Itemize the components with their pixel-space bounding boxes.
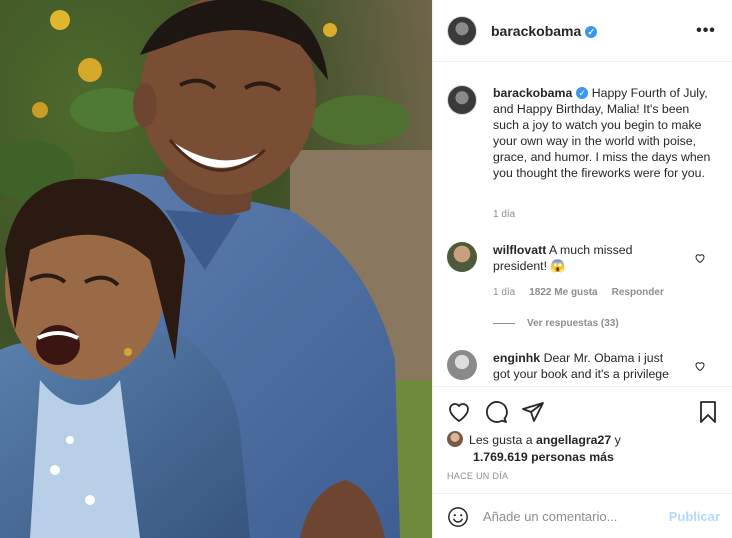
- emoji-icon[interactable]: [447, 506, 469, 528]
- caption: barackobama ✓ Happy Fourth of July, and H…: [447, 85, 718, 181]
- share-send-icon[interactable]: [521, 400, 545, 424]
- comments-section[interactable]: barackobama ✓ Happy Fourth of July, and H…: [433, 63, 732, 385]
- comment-input[interactable]: [483, 509, 669, 524]
- add-comment-bar: Publicar: [433, 493, 732, 538]
- caption-username[interactable]: barackobama: [493, 86, 572, 100]
- comment-body: wilflovatt A much missed president! 😱: [493, 242, 683, 274]
- publish-comment-button[interactable]: Publicar: [669, 509, 720, 524]
- post-header: barackobama ✓ •••: [433, 0, 732, 62]
- save-bookmark-icon[interactable]: [696, 400, 720, 424]
- like-comment-heart-icon[interactable]: [694, 360, 706, 372]
- action-bar: [447, 399, 720, 425]
- comment-item: enginhk Dear Mr. Obama i just got your b…: [447, 350, 718, 382]
- commenter-avatar[interactable]: [447, 350, 477, 380]
- more-options-icon[interactable]: •••: [694, 19, 718, 43]
- replies-divider: [493, 323, 515, 324]
- likes-summary: Les gusta a angellagra27 y 1.769.619 per…: [447, 431, 722, 466]
- commenter-avatar[interactable]: [447, 242, 477, 272]
- caption-avatar[interactable]: [447, 85, 477, 115]
- caption-meta: 1 día: [493, 209, 515, 220]
- author-username[interactable]: barackobama ✓: [491, 23, 598, 39]
- post-side-panel: barackobama ✓ ••• barackobama ✓ Happy Four…: [432, 0, 732, 538]
- verified-badge-icon: ✓: [576, 87, 589, 99]
- comment-meta: 1 día 1822 Me gusta Responder: [493, 287, 664, 298]
- liker-avatar: [447, 431, 463, 447]
- post-actions: Les gusta a angellagra27 y 1.769.619 per…: [433, 386, 732, 538]
- post-photo[interactable]: [0, 0, 432, 538]
- caption-time[interactable]: 1 día: [493, 209, 515, 220]
- post-image: [0, 0, 432, 538]
- comment-likes[interactable]: 1822 Me gusta: [529, 287, 597, 298]
- comment-item: wilflovatt A much missed president! 😱: [447, 242, 718, 274]
- view-replies-button[interactable]: Ver respuestas (33): [493, 318, 619, 329]
- verified-badge-icon: ✓: [585, 25, 598, 38]
- comment-username[interactable]: wilflovatt: [493, 243, 546, 257]
- like-comment-heart-icon[interactable]: [694, 252, 706, 264]
- comment-bubble-icon[interactable]: [484, 400, 508, 424]
- like-heart-icon[interactable]: [447, 400, 471, 424]
- liker-username[interactable]: angellagra27: [536, 433, 611, 447]
- caption-text: Happy Fourth of July, and Happy Birthday…: [493, 86, 711, 180]
- likes-prefix: Les gusta a: [469, 433, 536, 447]
- likes-connector: y: [611, 433, 621, 447]
- reply-button[interactable]: Responder: [612, 287, 664, 298]
- likes-count[interactable]: 1.769.619 personas más: [447, 449, 722, 466]
- instagram-post: barackobama ✓ ••• barackobama ✓ Happy Four…: [0, 0, 732, 538]
- comment-time[interactable]: 1 día: [493, 287, 515, 298]
- post-timestamp[interactable]: HACE UN DÍA: [447, 471, 508, 481]
- caption-body: barackobama ✓ Happy Fourth of July, and H…: [493, 85, 715, 181]
- view-replies-label: Ver respuestas (33): [527, 318, 619, 329]
- comment-body: enginhk Dear Mr. Obama i just got your b…: [493, 350, 683, 382]
- comment-username[interactable]: enginhk: [493, 351, 540, 365]
- author-avatar[interactable]: [447, 15, 477, 46]
